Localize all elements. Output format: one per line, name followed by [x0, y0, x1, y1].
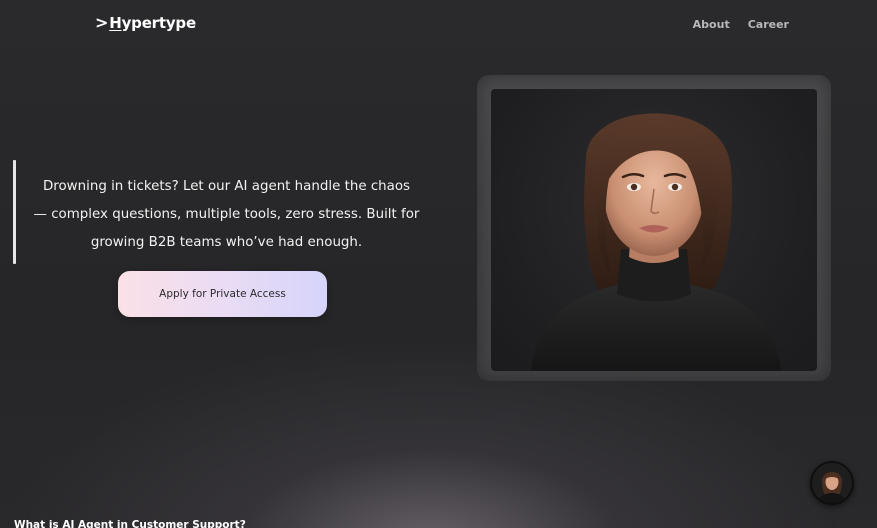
logo-first-letter: H	[109, 14, 122, 32]
nav-link-about[interactable]: About	[693, 18, 730, 31]
chat-widget-button[interactable]	[810, 461, 854, 505]
hero-line-1: Drowning in tickets? Let our AI agent ha…	[42, 179, 411, 194]
logo-chevron-icon: >	[95, 13, 109, 32]
nav-link-career[interactable]: Career	[748, 18, 789, 31]
main-nav: About Career	[693, 18, 789, 31]
ai-agent-portrait	[491, 89, 817, 371]
logo-wordmark: Hypertype	[109, 14, 196, 32]
hero-description: Drowning in tickets? Let our AI agent ha…	[24, 173, 429, 257]
hero-line-3: growing B2B teams who’ve had enough.	[90, 235, 363, 250]
hero-accent-bar	[13, 160, 16, 264]
chat-avatar-icon	[812, 463, 852, 503]
ai-agent-portrait-icon	[531, 113, 781, 371]
portrait-card	[477, 75, 831, 381]
section-heading-what-is-ai-agent: What is AI Agent in Customer Support?	[14, 519, 246, 528]
logo-rest: ypertype	[121, 14, 197, 32]
logo-link[interactable]: > Hypertype	[95, 14, 196, 32]
hero-line-2: — complex questions, multiple tools, zer…	[33, 207, 420, 222]
apply-private-access-button[interactable]: Apply for Private Access	[118, 271, 327, 317]
